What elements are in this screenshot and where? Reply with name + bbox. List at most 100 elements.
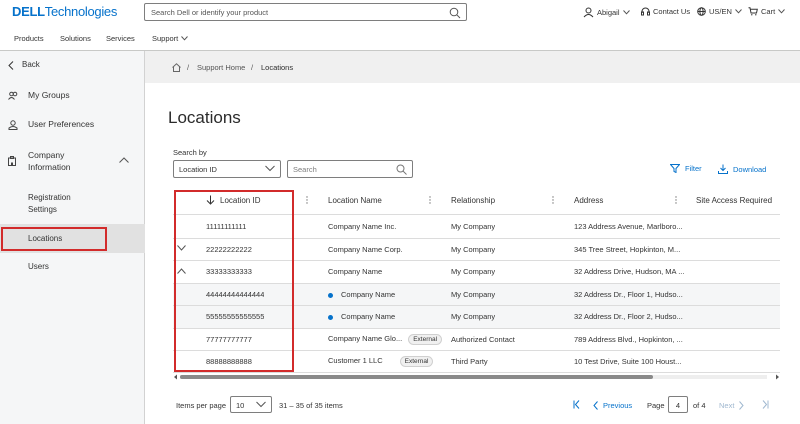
column-menu-icon[interactable] xyxy=(552,196,554,204)
cart-icon xyxy=(748,7,758,16)
headset-icon xyxy=(641,7,650,16)
relationship: Third Party xyxy=(451,357,488,366)
chevron-up-icon xyxy=(119,157,129,163)
sub-location-dot xyxy=(328,292,333,298)
globe-icon xyxy=(697,7,706,16)
chevron-down-icon xyxy=(735,9,742,14)
breadcrumb: / Support Home / Locations xyxy=(145,51,800,83)
relationship: My Company xyxy=(451,267,496,276)
sidebar-item-company-information[interactable]: Company Information xyxy=(0,148,145,174)
previous-page-button[interactable]: Previous xyxy=(593,401,632,410)
contact-us-link[interactable]: Contact Us xyxy=(641,7,690,16)
chevron-down-icon xyxy=(181,36,189,41)
relationship: My Company xyxy=(451,312,496,321)
cart-button[interactable]: Cart xyxy=(748,7,786,16)
column-menu-icon[interactable] xyxy=(306,196,308,204)
first-page-icon[interactable] xyxy=(573,400,580,409)
location-name: Company Name Inc. xyxy=(328,222,397,231)
address: 789 Address Blvd., Hopkinton, ... xyxy=(574,335,683,344)
address: 345 Tree Street, Hopkinton, M... xyxy=(574,245,681,254)
horizontal-scrollbar[interactable] xyxy=(173,374,780,380)
column-menu-icon[interactable] xyxy=(675,196,677,204)
address: 32 Address Dr., Floor 2, Hudso... xyxy=(574,312,683,321)
highlight-box-locations xyxy=(1,227,107,251)
breadcrumb-support-home[interactable]: Support Home xyxy=(197,63,245,72)
row-divider xyxy=(173,372,780,373)
account-name: Abigail xyxy=(597,8,620,17)
main-nav: Products Solutions Services Support xyxy=(0,25,800,51)
next-page-button[interactable]: Next xyxy=(719,401,745,410)
location-name: Company Name Corp. xyxy=(328,245,403,254)
chevron-down-icon xyxy=(256,401,266,408)
scroll-right-icon[interactable] xyxy=(775,374,780,380)
download-icon xyxy=(718,164,728,174)
chevron-down-icon xyxy=(778,9,786,14)
locale-selector[interactable]: US/EN xyxy=(697,7,742,16)
col-header-relationship[interactable]: Relationship xyxy=(451,188,495,212)
external-badge: External xyxy=(408,334,443,345)
relationship: Authorized Contact xyxy=(451,335,515,344)
address: 32 Address Dr., Floor 1, Hudso... xyxy=(574,290,683,299)
location-name: Company Name xyxy=(328,267,383,276)
location-name: Customer 1 LLC External xyxy=(328,356,434,367)
sidebar-back[interactable]: Back xyxy=(0,59,145,73)
filter-button[interactable]: Filter xyxy=(670,164,702,173)
address: 123 Address Avenue, Marlboro... xyxy=(574,222,683,231)
sub-location-dot xyxy=(328,314,333,320)
sidebar-item-my-groups[interactable]: My Groups xyxy=(0,89,145,103)
column-menu-icon[interactable] xyxy=(429,196,431,204)
scroll-left-icon[interactable] xyxy=(173,374,178,380)
download-button[interactable]: Download xyxy=(718,164,766,174)
last-page-icon[interactable] xyxy=(762,400,769,409)
sidebar-item-registration-settings[interactable]: Registration Settings xyxy=(0,191,145,217)
col-header-address[interactable]: Address xyxy=(574,188,603,212)
search-by-label: Search by xyxy=(173,148,207,157)
search-icon[interactable] xyxy=(396,164,407,175)
dell-logo[interactable]: DELLTechnologies xyxy=(12,4,117,19)
relationship: My Company xyxy=(451,245,496,254)
global-search-placeholder: Search Dell or identify your product xyxy=(151,8,269,17)
relationship: My Company xyxy=(451,222,496,231)
chevron-right-icon xyxy=(739,401,745,410)
external-badge: External xyxy=(399,356,434,367)
page-number-input[interactable]: 4 xyxy=(668,396,688,413)
col-header-location-name[interactable]: Location Name xyxy=(328,188,382,212)
search-icon[interactable] xyxy=(449,7,461,19)
nav-services[interactable]: Services xyxy=(106,34,135,43)
breadcrumb-current: Locations xyxy=(261,63,294,72)
items-per-page-label: Items per page xyxy=(176,401,227,410)
page-label: Page xyxy=(647,401,665,410)
chevron-left-icon xyxy=(593,401,598,410)
scrollbar-thumb[interactable] xyxy=(180,375,653,379)
account-menu[interactable]: Abigail xyxy=(583,7,630,18)
highlight-box-location-id-column xyxy=(174,190,294,372)
nav-products[interactable]: Products xyxy=(14,34,44,43)
location-search-input[interactable]: Search xyxy=(287,160,413,178)
chevron-down-icon xyxy=(622,10,630,15)
location-name: Company Name Glo... External xyxy=(328,334,443,345)
page-title: Locations xyxy=(168,108,241,127)
top-bar: DELLTechnologies Search Dell or identify… xyxy=(0,0,800,25)
home-icon[interactable] xyxy=(172,63,181,72)
groups-icon xyxy=(8,91,18,100)
items-range: 31 – 35 of 35 items xyxy=(279,401,343,410)
sidebar-item-user-preferences[interactable]: User Preferences xyxy=(0,118,145,132)
user-icon xyxy=(583,7,594,18)
chevron-down-icon xyxy=(265,165,275,172)
nav-solutions[interactable]: Solutions xyxy=(60,34,91,43)
address: 10 Test Drive, Suite 100 Houst... xyxy=(574,357,682,366)
relationship: My Company xyxy=(451,290,496,299)
location-name: Company Name xyxy=(328,290,395,299)
page-total: of 4 xyxy=(693,401,706,410)
items-per-page-select[interactable]: 10 xyxy=(230,396,272,413)
user-icon xyxy=(8,120,18,130)
global-search-input[interactable]: Search Dell or identify your product xyxy=(144,3,467,21)
nav-support[interactable]: Support xyxy=(152,34,189,43)
building-icon xyxy=(8,156,16,166)
filter-icon xyxy=(670,164,680,173)
col-header-site-access[interactable]: Site Access Required xyxy=(696,188,772,212)
search-by-select[interactable]: Location ID xyxy=(173,160,281,178)
address: 32 Address Drive, Hudson, MA ... xyxy=(574,267,685,276)
sidebar-item-users[interactable]: Users xyxy=(0,261,145,275)
location-name: Company Name xyxy=(328,312,395,321)
